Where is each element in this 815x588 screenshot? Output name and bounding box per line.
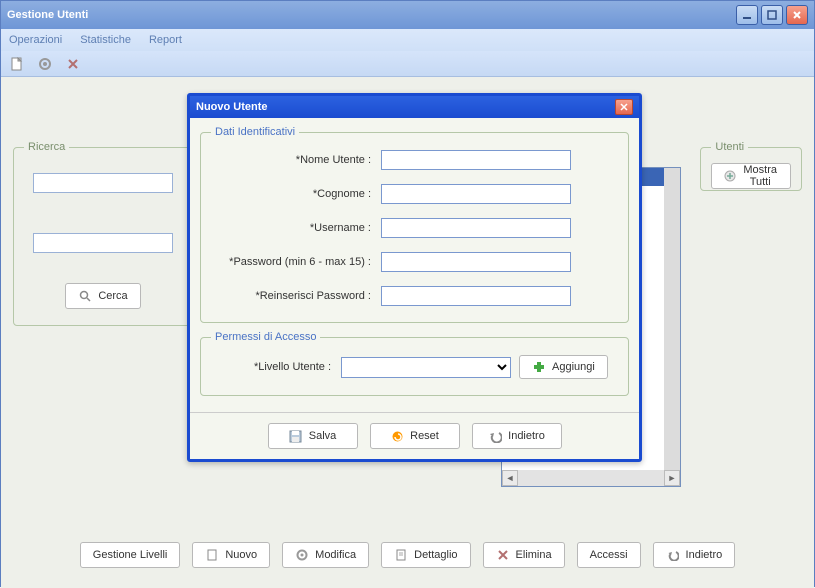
minimize-button[interactable]: [736, 5, 758, 25]
elimina-button[interactable]: Elimina: [483, 542, 565, 568]
cognome-label: *Cognome :: [211, 188, 381, 200]
ricerca-input-2[interactable]: [33, 233, 173, 253]
reset-label: Reset: [410, 430, 439, 442]
livello-label: *Livello Utente :: [211, 361, 341, 373]
window-title: Gestione Utenti: [7, 9, 88, 21]
password2-input[interactable]: [381, 286, 571, 306]
mostra-tutti-label: Mostra Tutti: [742, 164, 778, 188]
reset-button[interactable]: Reset: [370, 423, 460, 449]
utenti-legend: Utenti: [711, 141, 748, 153]
plus-circle-icon: [724, 169, 736, 183]
dati-identificativi-group: Dati Identificativi *Nome Utente : *Cogn…: [200, 126, 629, 323]
salva-label: Salva: [309, 430, 337, 442]
indietro-dialog-button[interactable]: Indietro: [472, 423, 562, 449]
ricerca-input-1[interactable]: [33, 173, 173, 193]
ricerca-legend: Ricerca: [24, 141, 69, 153]
permessi-group: Permessi di Accesso *Livello Utente : Ag…: [200, 331, 629, 396]
scroll-right-icon[interactable]: ►: [664, 470, 680, 486]
scroll-left-icon[interactable]: ◄: [502, 470, 518, 486]
save-icon: [289, 429, 303, 443]
aggiungi-label: Aggiungi: [552, 361, 595, 373]
livello-select[interactable]: [341, 357, 511, 378]
scroll-track[interactable]: [518, 470, 664, 486]
cerca-label: Cerca: [98, 290, 127, 302]
password-input[interactable]: [381, 252, 571, 272]
back-arrow-icon: [488, 429, 502, 443]
gestione-livelli-label: Gestione Livelli: [93, 549, 168, 561]
nome-input[interactable]: [381, 150, 571, 170]
dati-legend: Dati Identificativi: [211, 126, 299, 138]
page-icon: [394, 548, 408, 562]
titlebar: Gestione Utenti: [1, 1, 814, 29]
nome-label: *Nome Utente :: [211, 154, 381, 166]
utenti-group: Utenti Mostra Tutti: [700, 141, 802, 191]
gear-icon: [295, 548, 309, 562]
cognome-input[interactable]: [381, 184, 571, 204]
content-area: Ricerca Cerca nistratore ◄ ► Utenti M: [1, 77, 814, 588]
menu-statistiche[interactable]: Statistiche: [80, 34, 131, 46]
dialog-body: Dati Identificativi *Nome Utente : *Cogn…: [190, 118, 639, 412]
username-input[interactable]: [381, 218, 571, 238]
password-label: *Password (min 6 - max 15) :: [211, 256, 381, 268]
modifica-button[interactable]: Modifica: [282, 542, 369, 568]
nuovo-label: Nuovo: [225, 549, 257, 561]
new-file-icon[interactable]: [9, 56, 25, 72]
permessi-legend: Permessi di Accesso: [211, 331, 320, 343]
gear-icon[interactable]: [37, 56, 53, 72]
indietro-button[interactable]: Indietro: [653, 542, 736, 568]
accessi-label: Accessi: [590, 549, 628, 561]
close-button[interactable]: [786, 5, 808, 25]
username-label: *Username :: [211, 222, 381, 234]
elimina-label: Elimina: [516, 549, 552, 561]
reset-icon: [390, 429, 404, 443]
dettaglio-button[interactable]: Dettaglio: [381, 542, 470, 568]
maximize-button[interactable]: [761, 5, 783, 25]
main-window: Gestione Utenti Operazioni Statistiche R…: [0, 0, 815, 587]
dialog-titlebar: Nuovo Utente: [190, 96, 639, 118]
back-arrow-icon: [666, 548, 680, 562]
new-file-icon: [205, 548, 219, 562]
mostra-tutti-button[interactable]: Mostra Tutti: [711, 163, 791, 189]
toolbar: [1, 51, 814, 77]
bottom-toolbar: Gestione Livelli Nuovo Modifica Dettagli…: [1, 542, 814, 568]
nuovo-utente-dialog: Nuovo Utente Dati Identificativi *Nome U…: [187, 93, 642, 462]
dialog-title: Nuovo Utente: [196, 101, 268, 113]
salva-button[interactable]: Salva: [268, 423, 358, 449]
indietro-dialog-label: Indietro: [508, 430, 545, 442]
plus-icon: [532, 360, 546, 374]
password2-label: *Reinserisci Password :: [211, 290, 381, 302]
vertical-scrollbar[interactable]: [664, 168, 680, 470]
nuovo-button[interactable]: Nuovo: [192, 542, 270, 568]
dialog-actions: Salva Reset Indietro: [190, 412, 639, 459]
accessi-button[interactable]: Accessi: [577, 542, 641, 568]
dettaglio-label: Dettaglio: [414, 549, 457, 561]
delete-x-icon[interactable]: [65, 56, 81, 72]
dialog-close-button[interactable]: [615, 99, 633, 115]
delete-x-icon: [496, 548, 510, 562]
search-icon: [78, 289, 92, 303]
ricerca-group: Ricerca Cerca: [13, 141, 193, 326]
menu-report[interactable]: Report: [149, 34, 182, 46]
gestione-livelli-button[interactable]: Gestione Livelli: [80, 542, 181, 568]
aggiungi-button[interactable]: Aggiungi: [519, 355, 608, 379]
cerca-button[interactable]: Cerca: [65, 283, 140, 309]
horizontal-scrollbar[interactable]: ◄ ►: [502, 470, 680, 486]
menu-operazioni[interactable]: Operazioni: [9, 34, 62, 46]
menubar: Operazioni Statistiche Report: [1, 29, 814, 51]
indietro-label: Indietro: [686, 549, 723, 561]
modifica-label: Modifica: [315, 549, 356, 561]
